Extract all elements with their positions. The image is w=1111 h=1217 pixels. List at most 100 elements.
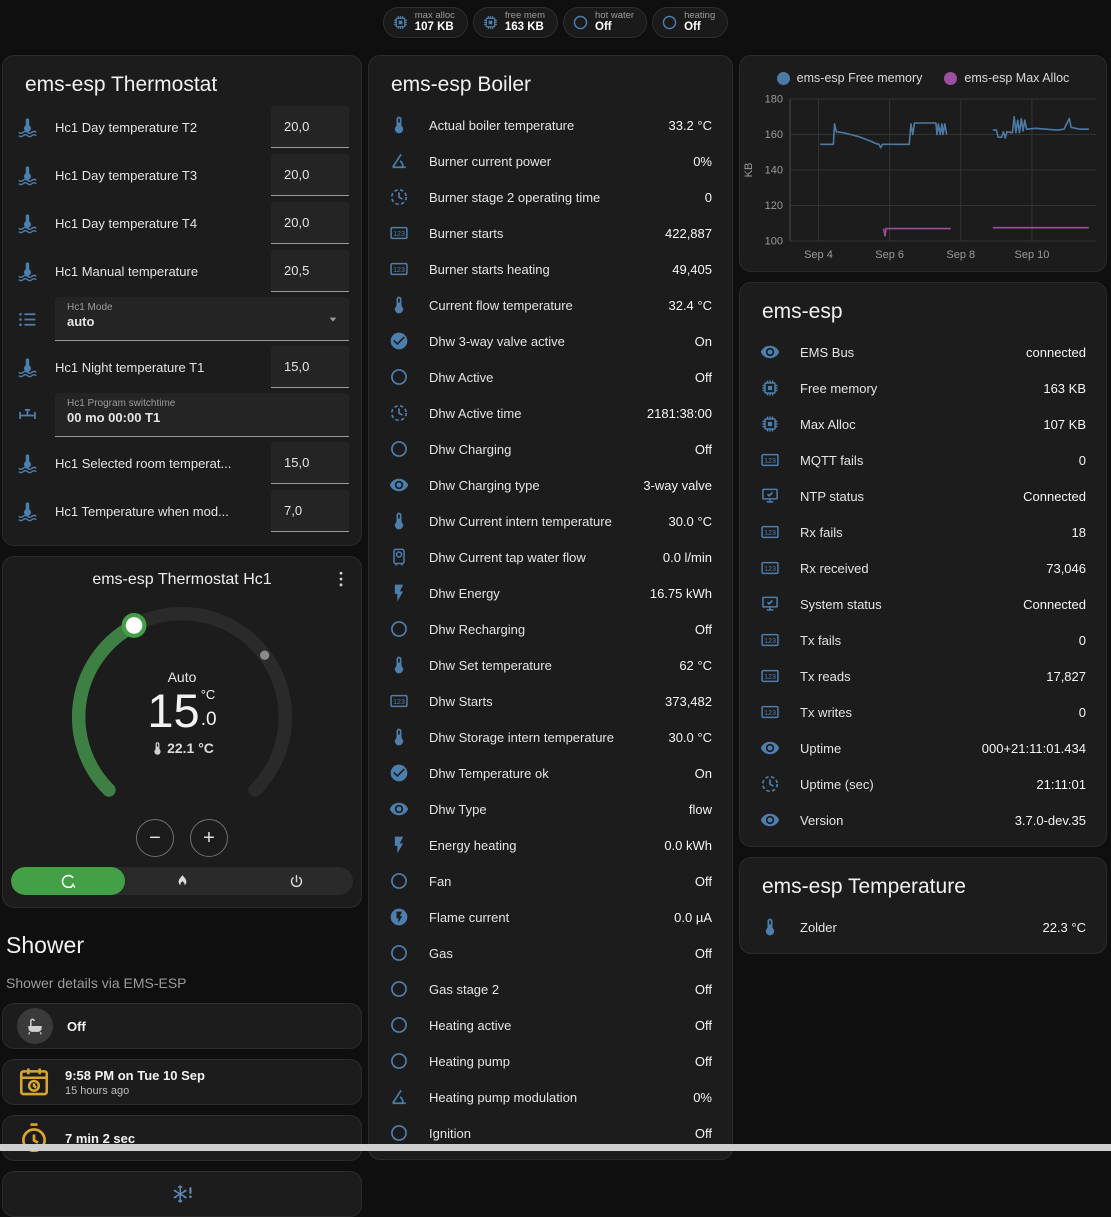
entity-name: Hc1 Day temperature T4 xyxy=(55,216,271,231)
entity-value: 16.75 kWh xyxy=(650,586,712,601)
entity-row[interactable]: Uptime 000+21:11:01.434 xyxy=(740,730,1106,766)
svg-text:120: 120 xyxy=(765,200,783,212)
entity-value: 0% xyxy=(693,154,712,169)
entity-row[interactable]: Dhw Starts 373,482 xyxy=(369,683,732,719)
mode-select[interactable]: Hc1 Mode auto xyxy=(55,297,349,341)
counter-icon xyxy=(760,630,780,650)
number-row: Hc1 Selected room temperat... 15,0 xyxy=(17,441,349,485)
entity-row[interactable]: Dhw Temperature ok On xyxy=(369,755,732,791)
entity-row[interactable]: Dhw 3-way valve active On xyxy=(369,323,732,359)
mode-auto-button[interactable] xyxy=(11,867,125,895)
entity-value: connected xyxy=(1026,345,1086,360)
entity-value: 30.0 °C xyxy=(668,730,712,745)
entity-row[interactable]: Current flow temperature 32.4 °C xyxy=(369,287,732,323)
mode-off-button[interactable] xyxy=(239,867,353,895)
entity-value: 0.0 µA xyxy=(674,910,712,925)
entity-row[interactable]: NTP status Connected xyxy=(740,478,1106,514)
entity-row[interactable]: Dhw Charging Off xyxy=(369,431,732,467)
entity-row[interactable]: Burner current power 0% xyxy=(369,143,732,179)
temp-increase-button[interactable]: + xyxy=(190,819,228,857)
number-input[interactable]: 20,0 xyxy=(271,106,349,148)
entity-row[interactable]: Tx fails 0 xyxy=(740,622,1106,658)
entity-row[interactable]: Dhw Active time 2181:38:00 xyxy=(369,395,732,431)
entity-row[interactable]: Dhw Charging type 3-way valve xyxy=(369,467,732,503)
shower-duration-card[interactable]: 7 min 2 sec xyxy=(2,1115,362,1161)
entity-row[interactable]: Burner starts heating 49,405 xyxy=(369,251,732,287)
card-title: ems-esp Thermostat xyxy=(3,56,361,105)
thermometer-icon xyxy=(760,917,780,937)
status-badge[interactable]: hot water Off xyxy=(563,7,647,38)
number-input[interactable]: 20,0 xyxy=(271,154,349,196)
entity-row[interactable]: Burner stage 2 operating time 0 xyxy=(369,179,732,215)
entity-row[interactable]: Fan Off xyxy=(369,863,732,899)
badge-label: heating xyxy=(684,11,715,21)
number-row: Hc1 Day temperature T2 20,0 xyxy=(17,105,349,149)
badge-label: max alloc xyxy=(415,11,455,21)
dial-handle xyxy=(124,615,145,636)
legend-item[interactable]: ems-esp Free memory xyxy=(777,71,923,85)
entity-row[interactable]: Rx fails 18 xyxy=(740,514,1106,550)
number-row: Hc1 Day temperature T3 20,0 xyxy=(17,153,349,197)
entity-value: 2181:38:00 xyxy=(647,406,712,421)
entity-row[interactable]: Dhw Active Off xyxy=(369,359,732,395)
entity-row[interactable]: Heating active Off xyxy=(369,1007,732,1043)
entity-row[interactable]: Dhw Energy 16.75 kWh xyxy=(369,575,732,611)
legend-item[interactable]: ems-esp Max Alloc xyxy=(944,71,1069,85)
shower-state-card[interactable]: Off xyxy=(2,1003,362,1049)
entity-value: 32.4 °C xyxy=(668,298,712,313)
entity-name: Dhw Energy xyxy=(429,586,650,601)
badge-label: hot water xyxy=(595,11,634,21)
entity-row[interactable]: Flame current 0.0 µA xyxy=(369,899,732,935)
number-input[interactable]: 15,0 xyxy=(271,346,349,388)
more-menu-icon[interactable] xyxy=(331,569,351,589)
thermostat-dial[interactable]: Auto 15 °C.0 22.1 °C − + xyxy=(3,591,361,859)
entity-row[interactable]: Gas Off xyxy=(369,935,732,971)
entity-row[interactable]: Tx writes 0 xyxy=(740,694,1106,730)
entity-row[interactable]: Dhw Current tap water flow 0.0 l/min xyxy=(369,539,732,575)
entity-row[interactable]: Heating pump Off xyxy=(369,1043,732,1079)
thermometer-icon xyxy=(389,115,409,135)
memory-line-chart[interactable]: 100120140160180Sep 4Sep 6Sep 8Sep 10KB xyxy=(740,90,1106,268)
entity-row[interactable]: Dhw Storage intern temperature 30.0 °C xyxy=(369,719,732,755)
counter-icon xyxy=(760,702,780,722)
entity-row[interactable]: Free memory 163 KB xyxy=(740,370,1106,406)
number-input[interactable]: 15,0 xyxy=(271,442,349,484)
circle-outline-icon xyxy=(389,1123,409,1143)
eye-icon xyxy=(389,475,409,495)
entity-row[interactable]: Heating pump modulation 0% xyxy=(369,1079,732,1115)
switchtime-input[interactable]: Hc1 Program switchtime 00 mo 00:00 T1 xyxy=(55,393,349,437)
entity-name: Gas xyxy=(429,946,695,961)
eye-icon xyxy=(760,738,780,758)
number-input[interactable]: 20,0 xyxy=(271,202,349,244)
number-input[interactable]: 20,5 xyxy=(271,250,349,292)
entity-row[interactable]: EMS Bus connected xyxy=(740,334,1106,370)
entity-row[interactable]: Uptime (sec) 21:11:01 xyxy=(740,766,1106,802)
card-title: ems-esp Temperature xyxy=(740,858,1106,907)
entity-row[interactable]: Tx reads 17,827 xyxy=(740,658,1106,694)
shower-last-card[interactable]: 9:58 PM on Tue 10 Sep 15 hours ago xyxy=(2,1059,362,1105)
entity-row[interactable]: System status Connected xyxy=(740,586,1106,622)
entity-row[interactable]: Dhw Current intern temperature 30.0 °C xyxy=(369,503,732,539)
entity-row[interactable]: Dhw Recharging Off xyxy=(369,611,732,647)
angle-acute-icon xyxy=(389,151,409,171)
entity-row[interactable]: Rx received 73,046 xyxy=(740,550,1106,586)
svg-text:Sep 8: Sep 8 xyxy=(946,249,975,261)
frost-card[interactable] xyxy=(2,1171,362,1217)
status-badge[interactable]: heating Off xyxy=(652,7,728,38)
entity-row[interactable]: Actual boiler temperature 33.2 °C xyxy=(369,107,732,143)
entity-row[interactable]: Gas stage 2 Off xyxy=(369,971,732,1007)
entity-value: 30.0 °C xyxy=(668,514,712,529)
temp-decrease-button[interactable]: − xyxy=(136,819,174,857)
status-badge[interactable]: max alloc 107 KB xyxy=(383,7,468,38)
number-input[interactable]: 7,0 xyxy=(271,490,349,532)
entity-row[interactable]: MQTT fails 0 xyxy=(740,442,1106,478)
entity-row[interactable]: Max Alloc 107 KB xyxy=(740,406,1106,442)
entity-row[interactable]: Zolder 22.3 °C xyxy=(740,909,1106,945)
entity-row[interactable]: Energy heating 0.0 kWh xyxy=(369,827,732,863)
status-badge[interactable]: free mem 163 KB xyxy=(473,7,558,38)
entity-row[interactable]: Dhw Set temperature 62 °C xyxy=(369,647,732,683)
entity-row[interactable]: Version 3.7.0-dev.35 xyxy=(740,802,1106,838)
mode-heat-button[interactable] xyxy=(125,867,239,895)
entity-row[interactable]: Burner starts 422,887 xyxy=(369,215,732,251)
entity-row[interactable]: Dhw Type flow xyxy=(369,791,732,827)
